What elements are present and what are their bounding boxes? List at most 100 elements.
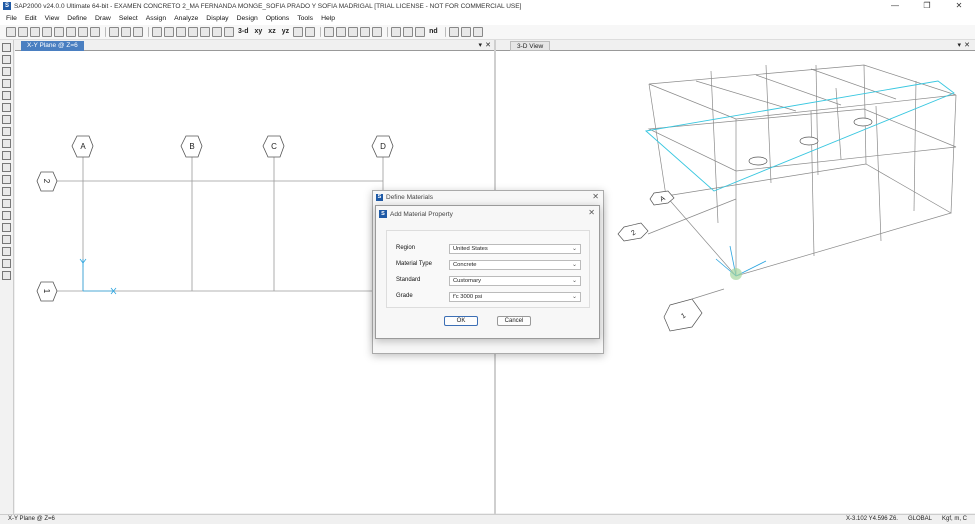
close-window-button[interactable]: ✕ [943,0,975,12]
restore-button[interactable]: ❐ [911,0,943,12]
draw-area-icon[interactable] [2,127,11,136]
clear-selection-icon[interactable] [2,247,11,256]
move-up-icon[interactable] [324,27,335,37]
draw-joint-icon[interactable] [2,67,11,76]
zoom-fit-icon[interactable] [200,27,210,37]
status-bar: X-Y Plane @ Z=6 X-3.102 Y4.596 Z6. GLOBA… [0,514,975,524]
draw-section-cut-icon[interactable] [2,163,11,172]
dimension-icon[interactable] [2,199,11,208]
menu-design[interactable]: Design [237,15,258,22]
tab-3d-view[interactable]: 3-D View [510,41,551,51]
menu-file[interactable]: File [6,15,17,22]
frame-icon[interactable] [391,27,402,37]
set-display-icon[interactable] [348,27,359,37]
get-previous-icon[interactable] [2,235,11,244]
define-materials-titlebar: S Define Materials [373,191,603,203]
display-options-icon[interactable] [460,27,471,37]
perspective-icon[interactable] [305,27,316,37]
draw-brace-icon[interactable] [2,103,11,112]
menu-draw[interactable]: Draw [95,15,111,22]
move-down-icon[interactable] [336,27,347,37]
snap-icon[interactable] [2,271,11,280]
menu-tools[interactable]: Tools [297,15,313,22]
menu-edit[interactable]: Edit [25,15,37,22]
view-xz-button[interactable]: xz [266,27,277,37]
view-xy-button[interactable]: xy [253,27,265,37]
ok-button[interactable]: OK [444,316,478,326]
draw-rect-area-icon[interactable] [2,139,11,148]
coordinate-system-select[interactable]: GLOBAL [908,516,932,522]
origin-marker [730,268,742,280]
select-all-icon[interactable] [2,223,11,232]
view-yz-button[interactable]: yz [280,27,291,37]
reference-point-icon[interactable] [2,211,11,220]
quick-area-icon[interactable] [2,151,11,160]
menu-analyze[interactable]: Analyze [174,15,198,22]
draw-link-icon[interactable] [2,175,11,184]
right-view-tabbar: 3-D View ▾ ✕ [496,40,975,51]
menu-display[interactable]: Display [206,15,228,22]
main-toolbar: 3-d xy xz yz nd [0,25,975,40]
zoom-out-icon[interactable] [188,27,198,37]
draw-frame-icon[interactable] [2,79,11,88]
lock-icon[interactable] [90,27,100,37]
region-select[interactable]: United States ⌄ [449,244,581,254]
cancel-button[interactable]: Cancel [497,316,531,326]
new-file-icon[interactable] [6,27,16,37]
menu-help[interactable]: Help [321,15,335,22]
material-type-select[interactable]: Concrete ⌄ [449,260,581,270]
pointer-icon[interactable] [2,43,11,52]
check-icon[interactable] [360,27,371,37]
grid-label-a: A [80,142,86,151]
global-axes-icon [79,258,117,295]
grid-options-icon[interactable] [372,27,383,37]
intersecting-line-icon[interactable] [2,259,11,268]
reshape-icon[interactable] [2,55,11,64]
run-analysis-icon[interactable] [109,27,119,37]
grade-select[interactable]: f'c 3000 psi ⌄ [449,292,581,302]
deformed-shape-icon[interactable] [133,27,143,37]
chevron-down-icon[interactable]: ▾ [957,40,961,51]
close-icon[interactable]: ✕ [485,40,491,51]
standard-select[interactable]: Customary ⌄ [449,276,581,286]
close-icon[interactable]: ✕ [964,40,970,51]
minimize-button[interactable]: — [879,0,911,12]
close-icon[interactable]: ✕ [588,208,595,217]
section-icon[interactable] [448,27,459,37]
close-icon[interactable]: ✕ [592,192,599,201]
chevron-down-icon[interactable]: ▾ [478,40,482,51]
grade-label: Grade [396,293,413,299]
menu-assign[interactable]: Assign [146,15,166,22]
zoom-restore-icon[interactable] [164,27,174,37]
tab-xy-plane[interactable]: X-Y Plane @ Z=6 [21,41,84,51]
pan-icon[interactable] [212,27,222,37]
grid-label-d: D [380,142,386,151]
run-now-icon[interactable] [121,27,131,37]
view-3d-button[interactable]: 3-d [236,27,251,37]
menu-view[interactable]: View [45,15,60,22]
nd-button[interactable]: nd [427,27,440,37]
redo-icon[interactable] [66,27,76,37]
print-icon[interactable] [42,27,52,37]
shell-icon[interactable] [403,27,414,37]
material-type-value: Concrete [453,262,477,268]
zoom-in-icon[interactable] [176,27,186,37]
refresh-icon[interactable] [78,27,88,37]
save-icon[interactable] [30,27,40,37]
add-material-titlebar: S Add Material Property [376,208,599,220]
menu-select[interactable]: Select [119,15,138,22]
quick-frame-icon[interactable] [2,91,11,100]
rotate-view-icon[interactable] [293,27,304,37]
draw-secondary-icon[interactable] [2,115,11,124]
menu-define[interactable]: Define [67,15,87,22]
menu-options[interactable]: Options [266,15,289,22]
table-icon[interactable] [472,27,483,37]
link-icon[interactable] [415,27,426,37]
units-select[interactable]: Kgf, m, C [942,516,967,522]
zoom-window-icon[interactable] [152,27,162,37]
draw-tendon-icon[interactable] [2,187,11,196]
status-right: X-3.102 Y4.596 Z6. GLOBAL Kgf, m, C [836,516,967,522]
open-file-icon[interactable] [18,27,28,37]
rotate-icon[interactable] [224,27,234,37]
undo-icon[interactable] [54,27,64,37]
